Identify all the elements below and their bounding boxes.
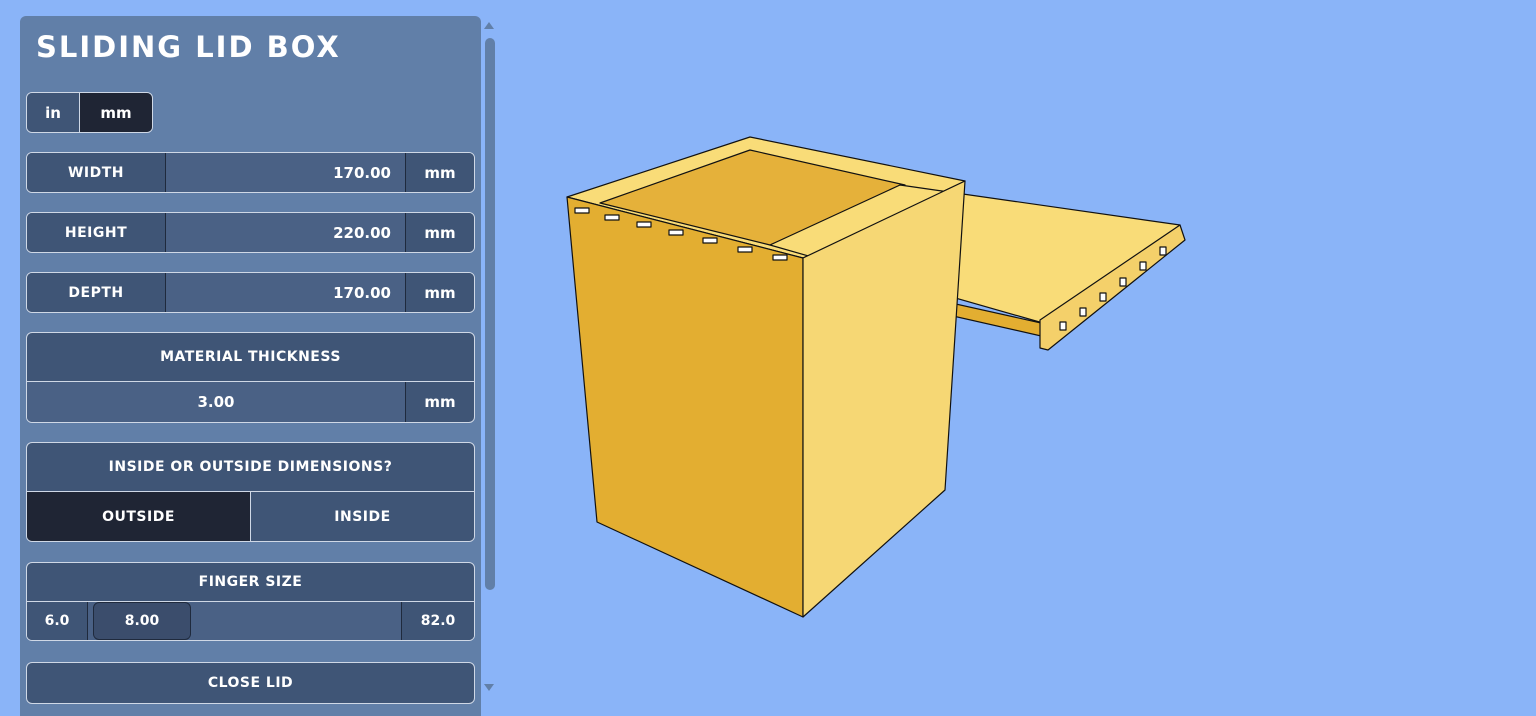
height-row: Height 220.00 mm (26, 212, 475, 253)
finger-size-label: Finger size (27, 563, 474, 602)
finger-size-thumb[interactable]: 8.00 (93, 602, 191, 640)
depth-input[interactable]: 170.00 (166, 273, 406, 312)
box-3d-render (566, 136, 1186, 618)
settings-panel: SLIDING LID BOX in mm WIDTH 170.00 mm He… (20, 16, 481, 716)
material-thickness-label: Material thickness (27, 333, 474, 382)
outside-option-button[interactable]: outside (27, 492, 251, 541)
material-thickness-input[interactable]: 3.00 (27, 382, 406, 422)
depth-label: Depth (27, 273, 166, 312)
inside-outside-block: Inside or outside dimensions? outside in… (26, 442, 475, 542)
finger-size-slider[interactable]: 6.0 8.00 82.0 (27, 602, 474, 640)
finger-size-track[interactable]: 8.00 (88, 602, 401, 640)
panel-scrollbar[interactable] (484, 16, 496, 705)
inside-option-button[interactable]: inside (251, 492, 474, 541)
unit-toggle: in mm (26, 92, 153, 133)
finger-size-min: 6.0 (27, 602, 88, 640)
height-unit: mm (406, 213, 474, 252)
height-input[interactable]: 220.00 (166, 213, 406, 252)
finger-size-block: Finger size 6.0 8.00 82.0 (26, 562, 475, 641)
height-label: Height (27, 213, 166, 252)
scroll-down-arrow-icon[interactable] (484, 684, 494, 691)
width-unit: mm (406, 153, 474, 192)
close-lid-button[interactable]: CLOSE LID (26, 662, 475, 704)
app-title: SLIDING LID BOX (36, 30, 341, 64)
unit-in-button[interactable]: in (27, 93, 80, 132)
material-thickness-unit: mm (424, 393, 456, 411)
scroll-up-arrow-icon[interactable] (484, 22, 494, 29)
width-input[interactable]: 170.00 (166, 153, 406, 192)
width-label: WIDTH (27, 153, 166, 192)
depth-unit: mm (406, 273, 474, 312)
depth-row: Depth 170.00 mm (26, 272, 475, 313)
unit-mm-button[interactable]: mm (80, 93, 152, 132)
width-row: WIDTH 170.00 mm (26, 152, 475, 193)
material-thickness-block: Material thickness 3.00 mm (26, 332, 475, 423)
front-left-face (566, 196, 804, 618)
finger-size-max: 82.0 (401, 602, 474, 640)
inside-outside-label: Inside or outside dimensions? (27, 443, 474, 492)
scrollbar-thumb[interactable] (485, 38, 495, 590)
front-right-face (802, 180, 966, 618)
3d-viewport[interactable] (500, 0, 1536, 705)
